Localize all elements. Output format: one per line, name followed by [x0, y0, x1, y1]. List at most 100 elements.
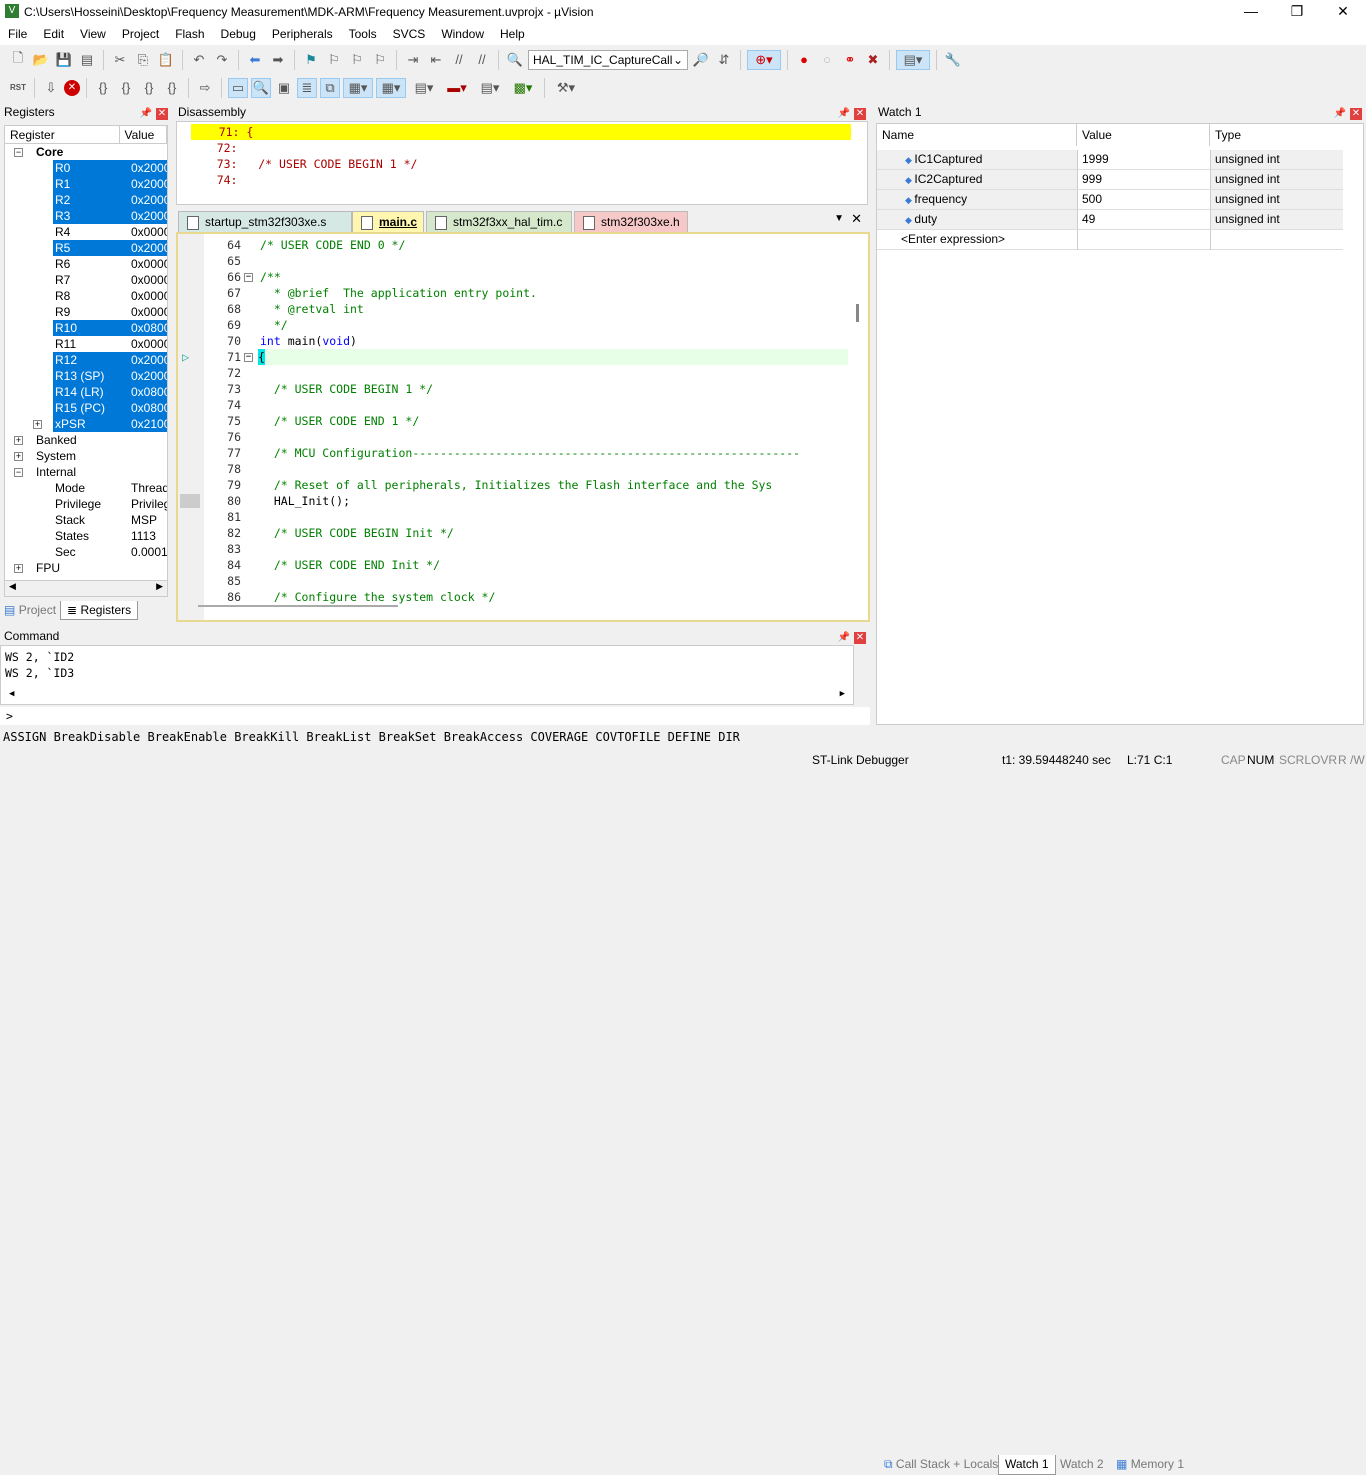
- fold-icon[interactable]: −: [244, 273, 253, 282]
- pin-icon[interactable]: 📌: [838, 108, 850, 119]
- watch-row[interactable]: ◆ IC1Captured 1999 unsigned int: [877, 150, 1347, 170]
- tab-watch-1[interactable]: Watch 1: [998, 1455, 1056, 1475]
- tab-watch-2[interactable]: Watch 2: [1054, 1455, 1110, 1475]
- step-into-icon[interactable]: {}: [93, 78, 113, 98]
- collapse-icon[interactable]: −: [14, 148, 23, 157]
- minimize-button[interactable]: —: [1228, 0, 1274, 23]
- find-icon[interactable]: 🔎: [691, 50, 711, 70]
- unindent-icon[interactable]: ⇤: [426, 50, 446, 70]
- system-viewer-button[interactable]: ▩▾: [508, 78, 538, 98]
- menu-project[interactable]: Project: [114, 27, 167, 41]
- uncomment-icon[interactable]: //: [472, 50, 492, 70]
- code-editor[interactable]: 64/* USER CODE END 0 */65 66/** −67 * @bri…: [176, 232, 870, 622]
- tab-memory-1[interactable]: ▦ Memory 1: [1110, 1455, 1190, 1475]
- expand-icon[interactable]: +: [14, 452, 23, 461]
- close-icon[interactable]: ✕: [854, 631, 866, 644]
- col-value[interactable]: Value: [120, 126, 167, 143]
- register-row[interactable]: R110x00000: [5, 336, 167, 352]
- reset-button[interactable]: RST: [8, 78, 28, 98]
- bookmark-prev-icon[interactable]: ⚐: [324, 50, 344, 70]
- undo-icon[interactable]: ↶: [189, 50, 209, 70]
- expand-icon[interactable]: +: [14, 436, 23, 445]
- breakpoint-disable-all-icon[interactable]: ⚭: [840, 50, 860, 70]
- register-row[interactable]: R90x00000: [5, 304, 167, 320]
- toolbox-button[interactable]: ⚒▾: [551, 78, 581, 98]
- editor-tab[interactable]: startup_stm32f303xe.s: [178, 211, 352, 232]
- symbols-window-icon[interactable]: ▣: [274, 78, 294, 98]
- bookmark-next-icon[interactable]: ⚐: [347, 50, 367, 70]
- register-row[interactable]: R15 (PC)0x08002: [5, 400, 167, 416]
- close-icon[interactable]: ✕: [156, 107, 168, 120]
- watch-row[interactable]: ◆ duty 49 unsigned int: [877, 210, 1347, 230]
- step-out-icon[interactable]: {}: [139, 78, 159, 98]
- watch-value[interactable]: 999: [1077, 170, 1210, 190]
- watch-row[interactable]: ◆ IC2Captured 999 unsigned int: [877, 170, 1347, 190]
- editor-tab[interactable]: stm32f3xx_hal_tim.c: [426, 211, 572, 232]
- run-to-cursor-icon[interactable]: {}: [162, 78, 182, 98]
- pin-icon[interactable]: 📌: [838, 632, 850, 643]
- register-row[interactable]: Stack MSP: [5, 512, 167, 528]
- register-row[interactable]: R80x00000: [5, 288, 167, 304]
- run-icon[interactable]: ⇩: [41, 78, 61, 98]
- tree-group[interactable]: + System: [5, 448, 167, 464]
- tab-project[interactable]: ▤ Project: [0, 603, 60, 617]
- open-folder-icon[interactable]: 📂: [31, 50, 51, 70]
- close-icon[interactable]: ✕: [1350, 107, 1362, 120]
- col-register[interactable]: Register: [5, 126, 120, 143]
- scroll-right-icon[interactable]: ▶: [840, 686, 845, 702]
- register-row[interactable]: Mode Thread: [5, 480, 167, 496]
- collapse-icon[interactable]: −: [14, 468, 23, 477]
- tree-group[interactable]: + Banked: [5, 432, 167, 448]
- col-type[interactable]: Type: [1210, 124, 1343, 146]
- memory-window-button[interactable]: ▦▾: [376, 77, 406, 98]
- nav-forward-icon[interactable]: ➡: [268, 50, 288, 70]
- indent-icon[interactable]: ⇥: [403, 50, 423, 70]
- expand-icon[interactable]: +: [33, 420, 42, 429]
- register-row[interactable]: R13 (SP)0x20000: [5, 368, 167, 384]
- breakpoint-disable-icon[interactable]: ○: [817, 50, 837, 70]
- watch-window-button[interactable]: ▦▾: [343, 77, 373, 98]
- register-row[interactable]: R20x20000: [5, 192, 167, 208]
- enter-expression-row[interactable]: <Enter expression>: [877, 230, 1347, 250]
- menu-peripherals[interactable]: Peripherals: [264, 27, 341, 41]
- menu-flash[interactable]: Flash: [167, 27, 212, 41]
- register-row[interactable]: PrivilegePrivilege: [5, 496, 167, 512]
- pin-icon[interactable]: 📌: [140, 108, 152, 119]
- tab-registers[interactable]: ≣ Registers: [60, 600, 139, 620]
- analysis-window-button[interactable]: ▬▾: [442, 78, 472, 98]
- watch-value[interactable]: 500: [1077, 190, 1210, 210]
- menu-debug[interactable]: Debug: [213, 27, 264, 41]
- pin-icon[interactable]: 📌: [1334, 108, 1346, 119]
- breakpoint-kill-all-icon[interactable]: ✖: [863, 50, 883, 70]
- menu-file[interactable]: File: [0, 27, 35, 41]
- find-in-files-icon[interactable]: 🔍: [505, 50, 525, 70]
- close-editor-icon[interactable]: ✕: [851, 211, 862, 227]
- horizontal-scrollbar[interactable]: [198, 605, 398, 607]
- horizontal-scrollbar[interactable]: ◀ ▶: [5, 580, 167, 596]
- stop-icon[interactable]: ✕: [64, 79, 80, 96]
- comment-icon[interactable]: //: [449, 50, 469, 70]
- show-next-statement-icon[interactable]: ⇨: [195, 78, 215, 98]
- register-row[interactable]: R10x20000: [5, 176, 167, 192]
- watch-row[interactable]: ◆ frequency 500 unsigned int: [877, 190, 1347, 210]
- register-row[interactable]: States 1113: [5, 528, 167, 544]
- register-row[interactable]: R40x00000: [5, 224, 167, 240]
- tree-group[interactable]: − Core: [5, 144, 167, 160]
- save-icon[interactable]: 💾: [54, 50, 74, 70]
- col-value[interactable]: Value: [1077, 124, 1210, 146]
- trace-window-button[interactable]: ▤▾: [475, 78, 505, 98]
- incremental-find-icon[interactable]: ⇵: [714, 50, 734, 70]
- menu-window[interactable]: Window: [433, 27, 492, 41]
- step-over-icon[interactable]: {}: [116, 78, 136, 98]
- register-row[interactable]: R100x08002: [5, 320, 167, 336]
- disassembly-window-icon[interactable]: 🔍: [251, 77, 271, 98]
- registers-window-icon[interactable]: ≣: [297, 77, 317, 98]
- scroll-left-icon[interactable]: ◀: [9, 686, 14, 702]
- editor-tab[interactable]: main.c: [352, 211, 424, 232]
- register-row[interactable]: R30x20000: [5, 208, 167, 224]
- bookmark-clear-icon[interactable]: ⚐: [370, 50, 390, 70]
- debug-session-button[interactable]: ⊕▾: [747, 49, 781, 70]
- close-icon[interactable]: ✕: [854, 107, 866, 120]
- menu-help[interactable]: Help: [492, 27, 533, 41]
- cut-icon[interactable]: ✂: [110, 50, 130, 70]
